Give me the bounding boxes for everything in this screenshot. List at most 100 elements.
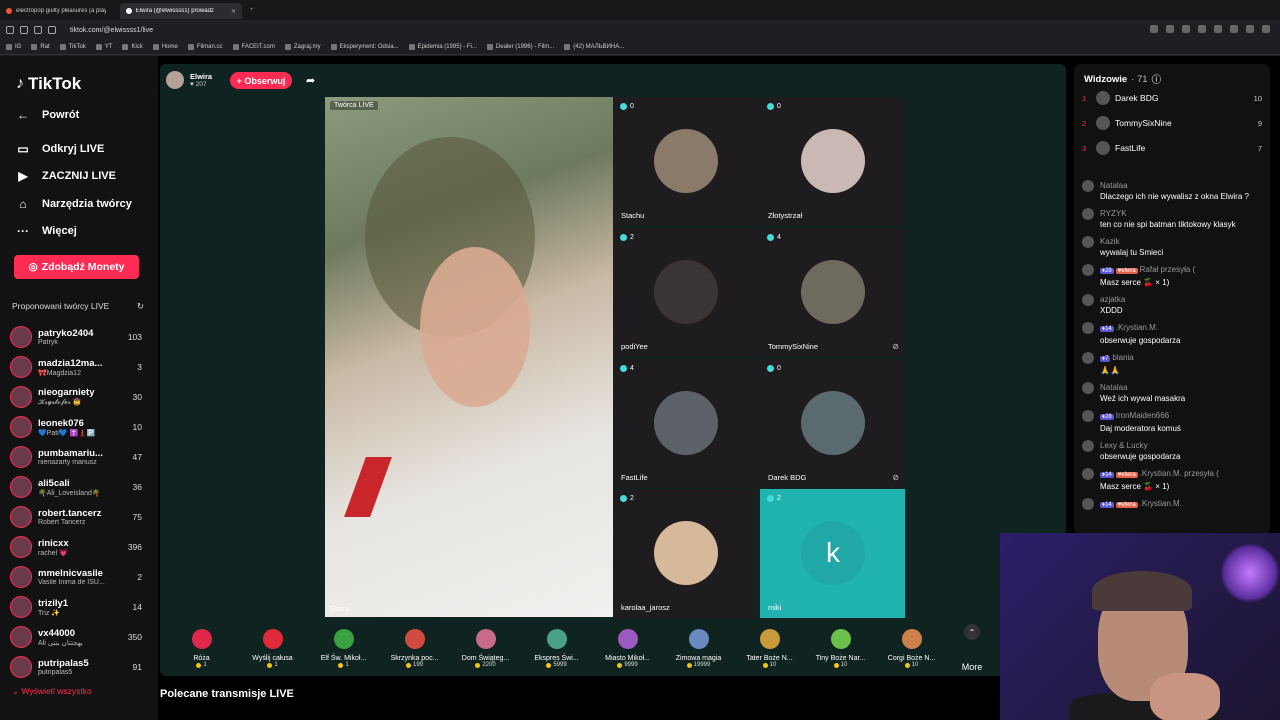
chat-message[interactable]: ♦14 .Krystian.M. obserwuje gospodarza xyxy=(1082,322,1262,346)
new-tab-button[interactable]: + xyxy=(250,7,254,13)
host-info[interactable]: Elwira ♥ 207 xyxy=(166,71,212,89)
chat-message[interactable]: RYZYK ten co nie spi batman tiktokowy kla… xyxy=(1082,208,1262,230)
nav-creator-tools[interactable]: ⌂ Narzędzia twórcy xyxy=(16,197,132,211)
bookmark-item[interactable]: TikTok xyxy=(59,44,86,50)
chat-message[interactable]: ♦28 ♥elwra Rafał przesyła (Masz serce 🍒 × … xyxy=(1082,264,1262,288)
bookmark-item[interactable]: (42) МАЛЬВИНА... xyxy=(564,44,624,50)
gift-item[interactable]: Elf Św. Mikoł... 1 xyxy=(308,620,379,672)
extension-icon[interactable] xyxy=(1262,25,1270,33)
bookmark-item[interactable]: YT xyxy=(95,44,112,50)
nav-more[interactable]: ··· Więcej xyxy=(16,224,77,238)
gift-item[interactable]: Róża 1 xyxy=(166,620,237,672)
guest-tile[interactable]: 0 Stachu xyxy=(613,97,758,226)
guest-tile[interactable]: 4 TommySixNine ⊘ xyxy=(760,228,905,357)
main-video[interactable]: Twórca LIVE Elwira xyxy=(325,97,613,617)
top-viewer-row[interactable]: 2 TommySixNine 9 xyxy=(1082,115,1262,131)
close-tab-icon[interactable]: ✕ xyxy=(231,8,236,15)
chat-message[interactable]: ♦28 IronMaiden666 Daj moderatora komuś xyxy=(1082,410,1262,434)
gift-item[interactable]: Tater Boże N... 10 xyxy=(734,620,805,672)
gift-item[interactable]: Tiny Boże Nar... 10 xyxy=(805,620,876,672)
creator-item[interactable]: robert.tancerz Robert Tancerz 75 xyxy=(10,502,150,532)
creator-viewer-count: 10 xyxy=(132,422,142,432)
creator-item[interactable]: putripalas5 putripalas5 91 xyxy=(10,652,150,682)
gift-item[interactable]: Corgi Boże N... 10 xyxy=(876,620,947,672)
bookmark-item[interactable]: IG xyxy=(6,44,21,50)
creator-item[interactable]: pumbamariu... nienażarty mariusz 47 xyxy=(10,442,150,472)
creator-item[interactable]: rinicxx rachel 💗 396 xyxy=(10,532,150,562)
guest-tile[interactable]: 4 FastLife xyxy=(613,359,758,488)
show-all-link[interactable]: ⌄ Wyświetl wszystko xyxy=(12,686,92,697)
browser-tab-active[interactable]: Elwira (@elwissss1) prowadz ✕ xyxy=(120,3,242,19)
chat-message[interactable]: ♦14 ♥elwra .Krystian.M. xyxy=(1082,498,1262,511)
bookmark-item[interactable]: FACEIT.com xyxy=(232,44,275,50)
nav-go-live[interactable]: ▶ ZACZNIJ LIVE xyxy=(16,169,116,183)
bookmark-item[interactable]: Eksperyment: Odsia... xyxy=(330,44,399,50)
creator-item[interactable]: patryko2404 Patryk 103 xyxy=(10,322,150,352)
extension-icon[interactable] xyxy=(1150,25,1158,33)
chat-message[interactable]: azjatka XDDD xyxy=(1082,294,1262,316)
tab-title: Elwira (@elwissss1) prowadz xyxy=(135,8,214,14)
creator-item[interactable]: nieogarniety 𝓚𝓻𝔂𝓼𝓽𝓸𝓯𝓮𝓻 🤠 30 xyxy=(10,382,150,412)
reload-icon[interactable] xyxy=(34,26,42,34)
guest-tile[interactable]: 0 Darek BDG ⊘ xyxy=(760,359,905,488)
creator-nickname: Vasile Inima de ISU... xyxy=(38,579,105,586)
creator-item[interactable]: vx44000 Ali بهجتتان بنتى 350 xyxy=(10,622,150,652)
top-viewer-row[interactable]: 3 FastLife 7 xyxy=(1082,140,1262,156)
bookmark-icon[interactable] xyxy=(48,26,56,34)
info-icon[interactable]: ⓘ xyxy=(1152,72,1162,86)
share-icon[interactable]: ➦ xyxy=(306,74,315,87)
creator-item[interactable]: madzia12ma... 🎀Magdzia12 3 xyxy=(10,352,150,382)
gift-item[interactable]: Miasto Mikoł... 9999 xyxy=(592,620,663,672)
back-icon[interactable] xyxy=(6,26,14,34)
creator-item[interactable]: mmelnicvasile Vasile Inima de ISU... 2 xyxy=(10,562,150,592)
nav-back[interactable]: ← Powrót xyxy=(16,108,79,122)
bookmark-item[interactable]: Filman.cc xyxy=(187,44,223,50)
bookmark-label: Epidemia (1995) - Fi... xyxy=(417,44,477,50)
bookmark-item[interactable]: Zagraj.my xyxy=(284,44,321,50)
chat-message[interactable]: ♦7 blania 🙏🙏 xyxy=(1082,352,1262,376)
bookmark-item[interactable]: Home xyxy=(152,44,178,50)
guest-tile[interactable]: 2 k miki xyxy=(760,489,905,618)
extension-icon[interactable] xyxy=(1214,25,1222,33)
chat-avatar xyxy=(1082,294,1094,306)
chat-message[interactable]: Lexy & Lucky obserwuje gospodarza xyxy=(1082,440,1262,462)
host-avatar[interactable] xyxy=(166,71,184,89)
chat-message[interactable]: ♦14 ♥elwra .Krystian.M. przesyła (Masz ser… xyxy=(1082,468,1262,492)
gift-item[interactable]: Ekspres Świ... 5999 xyxy=(521,620,592,672)
chat-message[interactable]: Natalaa Weź ich wywal masakra xyxy=(1082,382,1262,404)
more-gifts-button[interactable]: ⌃ More xyxy=(954,624,990,672)
bookmark-favicon-icon xyxy=(187,44,194,50)
extension-icon[interactable] xyxy=(1230,25,1238,33)
refresh-icon[interactable]: ↻ xyxy=(137,301,144,312)
top-viewer-row[interactable]: 1 Darek BDG 10 xyxy=(1082,90,1262,106)
get-coins-button[interactable]: ◎ Zdobądź Monety xyxy=(14,255,139,279)
viewer-rank: 1 xyxy=(1082,93,1087,103)
gift-item[interactable]: Dom Świąteg... 2200 xyxy=(450,620,521,672)
creator-item[interactable]: leonek076 💙Pati💙 ✝️🗼🅿️ 10 xyxy=(10,412,150,442)
gift-item[interactable]: Skrzynka poc... 199 xyxy=(379,620,450,672)
coin-icon: ◎ xyxy=(28,261,38,273)
guest-tile[interactable]: 2 karolaa_jarosz xyxy=(613,489,758,618)
bookmark-item[interactable]: Dealer (1996) - Film... xyxy=(486,44,554,50)
creator-item[interactable]: ali5cali 🌴Ali_Loveisland🌴 36 xyxy=(10,472,150,502)
chat-message[interactable]: Kazik wywalaj tu Smieci xyxy=(1082,236,1262,258)
extension-icon[interactable] xyxy=(1182,25,1190,33)
guest-tile[interactable]: 0 Złotystrzał xyxy=(760,97,905,226)
extension-icon[interactable] xyxy=(1166,25,1174,33)
creator-item[interactable]: trizily1 Triz ✨ 14 xyxy=(10,592,150,622)
bookmark-item[interactable]: Epidemia (1995) - Fi... xyxy=(408,44,477,50)
nav-explore-live[interactable]: ▭ Odkryj LIVE xyxy=(16,142,104,156)
gift-item[interactable]: Zimowa magia 19999 xyxy=(663,620,734,672)
follow-button[interactable]: + Obserwuj xyxy=(230,72,292,89)
bookmark-item[interactable]: Kick xyxy=(122,44,143,50)
extension-icon[interactable] xyxy=(1246,25,1254,33)
tiktok-logo[interactable]: ♪ TikTok xyxy=(16,74,81,94)
gift-item[interactable]: Wyślij całusa 1 xyxy=(237,620,308,672)
browser-tab[interactable]: electropop guilty pleasures (a playlis xyxy=(0,3,120,19)
url-field[interactable]: tiktok.com/@elwissss1/live xyxy=(70,27,153,34)
bookmark-item[interactable]: Rat xyxy=(31,44,50,50)
chat-message[interactable]: Natalaa Dlaczego ich nie wywalisz z okna … xyxy=(1082,180,1262,202)
forward-icon[interactable] xyxy=(20,26,28,34)
guest-tile[interactable]: 2 podiYee xyxy=(613,228,758,357)
extension-icon[interactable] xyxy=(1198,25,1206,33)
